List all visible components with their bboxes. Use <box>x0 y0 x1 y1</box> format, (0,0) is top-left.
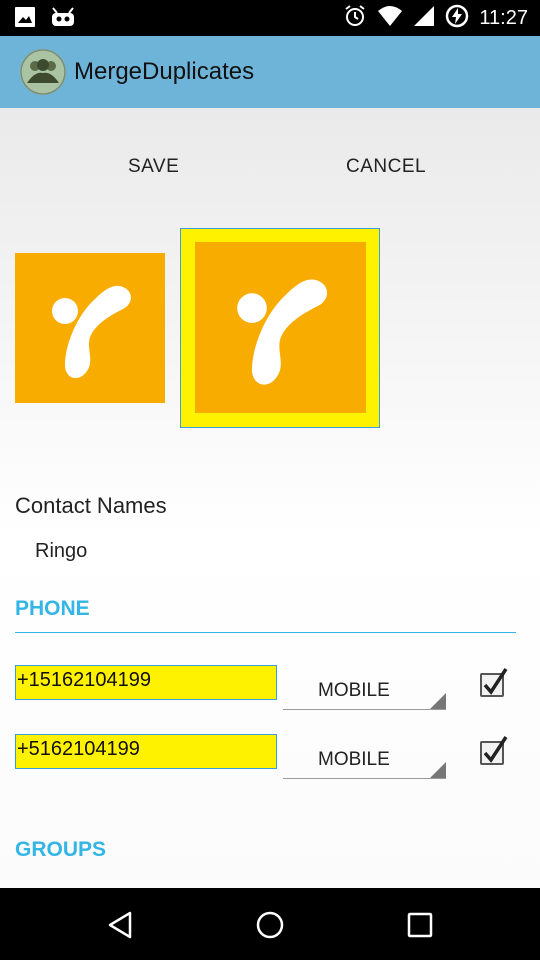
cancel-button[interactable]: CANCEL <box>346 156 426 178</box>
phone-section-header: PHONE <box>15 597 90 620</box>
contact-photo-option-1[interactable] <box>15 253 165 403</box>
contact-photo-option-2[interactable] <box>195 242 366 413</box>
selected-photo-frame <box>180 228 380 428</box>
battery-charging-icon <box>445 4 469 33</box>
status-bar: 11:27 <box>0 0 540 36</box>
app-title: MergeDuplicates <box>74 58 255 85</box>
status-time: 11:27 <box>479 7 528 29</box>
phone-type-dropdown[interactable]: MOBILE <box>283 733 446 779</box>
checkmark-icon <box>483 736 508 763</box>
phone-divider <box>15 632 516 633</box>
android-debug-icon <box>50 6 76 33</box>
phone-handset-icon <box>52 285 131 379</box>
save-button[interactable]: SAVE <box>128 156 179 178</box>
phone-type-label: MOBILE <box>318 749 390 770</box>
contacts-group-icon[interactable] <box>20 49 66 95</box>
phone-number-field[interactable]: +15162104199 <box>15 665 277 700</box>
contact-names-label: Contact Names <box>15 493 167 518</box>
phone-number-field[interactable]: +5162104199 <box>15 734 277 769</box>
home-icon[interactable] <box>255 910 285 940</box>
contact-name-value[interactable]: Ringo <box>35 540 87 563</box>
dropdown-corner-icon <box>430 693 446 709</box>
signal-icon <box>413 5 435 32</box>
navigation-bar <box>0 888 540 960</box>
checkmark-icon <box>483 668 508 695</box>
back-icon[interactable] <box>106 910 136 940</box>
dropdown-corner-icon <box>430 762 446 778</box>
recents-icon[interactable] <box>405 910 435 940</box>
groups-section-header: GROUPS <box>15 838 107 861</box>
phone-type-label: MOBILE <box>318 680 390 701</box>
phone-handset-icon <box>237 279 328 385</box>
wifi-icon <box>377 5 403 32</box>
app-bar: MergeDuplicates <box>0 36 540 108</box>
merge-content: SAVE CANCEL Contact Names Ringo PHONE +1… <box>0 108 540 888</box>
image-icon <box>14 6 36 33</box>
phone-include-checkbox[interactable] <box>480 736 508 765</box>
alarm-icon <box>343 4 367 33</box>
phone-include-checkbox[interactable] <box>480 668 508 697</box>
phone-type-dropdown[interactable]: MOBILE <box>283 664 446 710</box>
